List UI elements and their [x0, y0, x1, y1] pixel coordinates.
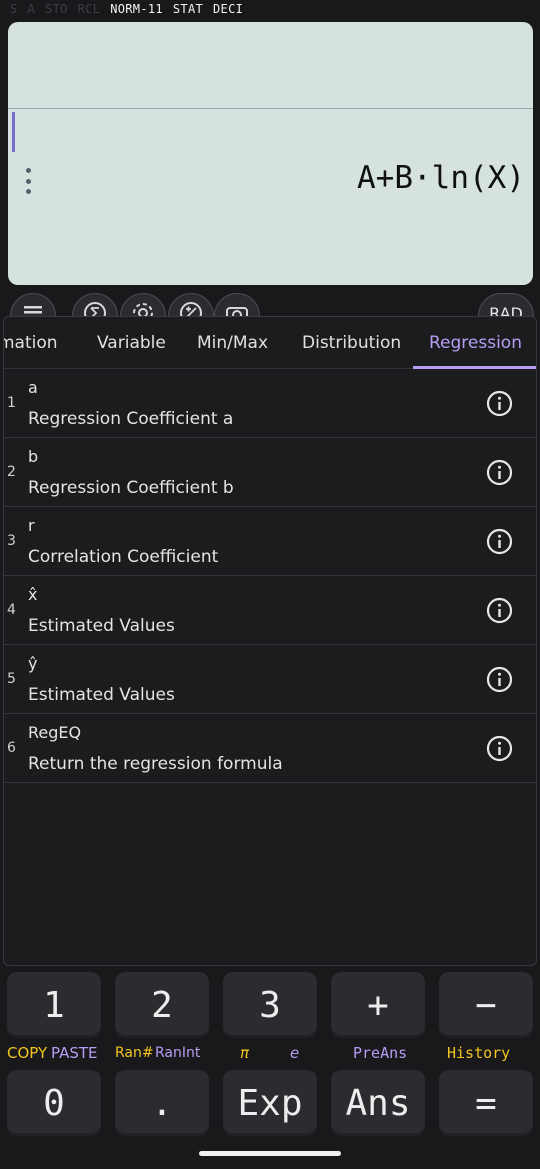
item-number: 5 [7, 671, 16, 687]
sublabel-preans: PreAns [353, 1044, 408, 1062]
item-description: Regression Coefficient a [28, 409, 234, 429]
key-exp[interactable]: Exp [223, 1070, 317, 1136]
item-name: ŷ [28, 654, 38, 673]
item-number: 4 [7, 602, 16, 618]
status-sto: STO [45, 2, 68, 16]
key-1[interactable]: 1 [7, 972, 101, 1038]
tab-min-max[interactable]: Min/Max [197, 333, 268, 353]
item-number: 2 [7, 464, 16, 480]
display-expression: A+B·ln(X) [357, 160, 525, 196]
item-description: Estimated Values [28, 616, 175, 636]
display-divider [8, 108, 533, 109]
tab-summation[interactable]: mation [4, 333, 58, 353]
key-plus[interactable]: + [331, 972, 425, 1038]
key-0[interactable]: 0 [7, 1070, 101, 1136]
status-mode: NORM-11 [110, 2, 163, 16]
sublabel-pi: π [240, 1044, 250, 1062]
key-ans[interactable]: Ans [331, 1070, 425, 1136]
list-item[interactable]: 6 RegEQ Return the regression formula [4, 714, 536, 783]
status-deci: DECI [213, 2, 244, 16]
sublabel-history: History [447, 1044, 511, 1062]
info-icon[interactable] [486, 390, 513, 417]
tab-distribution[interactable]: Distribution [302, 333, 401, 353]
info-icon[interactable] [486, 735, 513, 762]
key-minus[interactable]: − [439, 972, 533, 1038]
key-3[interactable]: 3 [223, 972, 317, 1038]
item-number: 3 [7, 533, 16, 549]
list-item[interactable]: 5 ŷ Estimated Values [4, 645, 536, 714]
sublabel-ran-hash: Ran# [115, 1045, 154, 1061]
calculator-display[interactable]: A+B·ln(X) [8, 22, 533, 285]
key-decimal[interactable]: . [115, 1070, 209, 1136]
item-number: 1 [7, 395, 16, 411]
input-cursor [12, 112, 15, 152]
home-indicator[interactable] [199, 1151, 341, 1156]
info-icon[interactable] [486, 666, 513, 693]
item-name: x̂ [28, 585, 38, 604]
item-description: Regression Coefficient b [28, 478, 234, 498]
more-options-icon[interactable] [24, 168, 32, 194]
status-s: S [10, 2, 18, 16]
status-stat: STAT [172, 2, 204, 16]
status-a: A [27, 2, 36, 16]
list-item[interactable]: 2 b Regression Coefficient b [4, 438, 536, 507]
info-icon[interactable] [486, 459, 513, 486]
sublabel-copy: COPY [7, 1044, 48, 1062]
item-name: a [28, 378, 38, 397]
item-description: Correlation Coefficient [28, 547, 219, 567]
item-number: 6 [7, 740, 16, 756]
status-rcl: RCL [77, 2, 101, 16]
item-name: RegEQ [28, 723, 82, 742]
tab-bar: mation Variable Min/Max Distribution Reg… [4, 317, 536, 369]
item-name: r [28, 516, 35, 535]
list-item[interactable]: 3 r Correlation Coefficient [4, 507, 536, 576]
tab-variable[interactable]: Variable [97, 333, 166, 353]
tab-regression[interactable]: Regression [429, 333, 522, 353]
key-equals[interactable]: = [439, 1070, 533, 1136]
info-icon[interactable] [486, 597, 513, 624]
stat-functions-panel: mation Variable Min/Max Distribution Reg… [3, 316, 537, 966]
sublabel-paste: PASTE [51, 1044, 98, 1062]
item-name: b [28, 447, 39, 466]
item-description: Return the regression formula [28, 754, 283, 774]
sublabel-ranint: RanInt [155, 1045, 201, 1061]
status-bar: S A STO RCL NORM-11 STAT DECI [0, 0, 540, 18]
item-description: Estimated Values [28, 685, 175, 705]
key-2[interactable]: 2 [115, 972, 209, 1038]
list-item[interactable]: 1 a Regression Coefficient a [4, 369, 536, 438]
sublabel-e: e [290, 1044, 300, 1062]
info-icon[interactable] [486, 528, 513, 555]
list-item[interactable]: 4 x̂ Estimated Values [4, 576, 536, 645]
